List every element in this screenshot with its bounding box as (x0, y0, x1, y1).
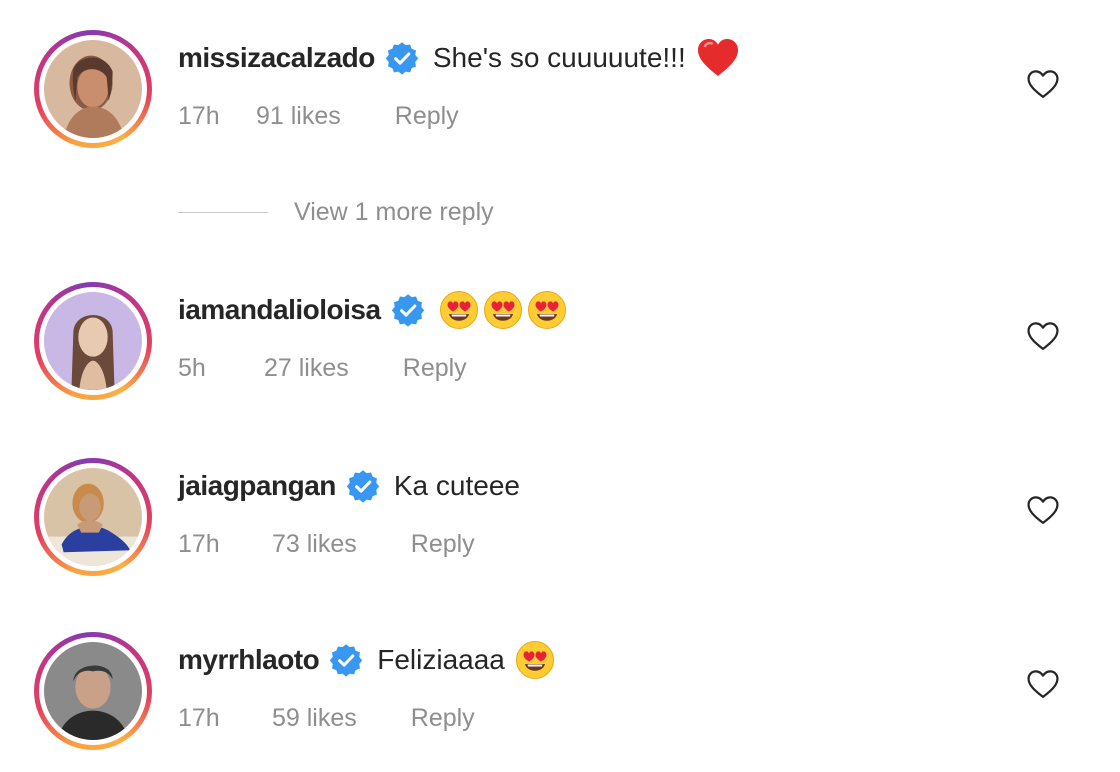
comment-meta: 17h 59 likes Reply (178, 698, 475, 738)
avatar-gap (39, 637, 147, 745)
avatar[interactable] (34, 30, 152, 148)
comment-likes-count[interactable]: 27 likes (264, 354, 349, 383)
avatar[interactable] (34, 282, 152, 400)
comment-timestamp[interactable]: 17h (178, 102, 256, 131)
verified-badge-icon (385, 41, 419, 75)
comment-text: Ka cuteee (393, 470, 520, 501)
comment-text: Feliziaaaa (377, 644, 505, 675)
avatar[interactable] (34, 632, 152, 750)
username-link[interactable]: missizacalzado (178, 42, 375, 74)
verified-badge-icon (329, 643, 363, 677)
heart-icon[interactable] (1026, 668, 1060, 702)
heart-icon[interactable] (1026, 320, 1060, 354)
comment-timestamp[interactable]: 17h (178, 704, 272, 733)
comment-item: missizacalzado She's so cuuuuute!!! 17h … (0, 30, 1120, 160)
red-heart-emoji-icon (696, 36, 740, 80)
comment-likes-count[interactable]: 91 likes (256, 102, 341, 131)
reply-button[interactable]: Reply (411, 704, 475, 733)
heart-eyes-emoji-icon (515, 640, 555, 680)
avatar-gap (39, 35, 147, 143)
view-more-replies-label: View 1 more reply (294, 197, 494, 226)
comment-timestamp[interactable]: 17h (178, 530, 272, 559)
heart-eyes-emoji-icon (439, 290, 479, 330)
reply-button[interactable]: Reply (411, 530, 475, 559)
comment-meta: 5h 27 likes Reply (178, 348, 467, 388)
comment-meta: 17h 73 likes Reply (178, 524, 475, 564)
avatar-photo (44, 292, 142, 390)
avatar-photo (44, 642, 142, 740)
comment-meta: 17h 91 likes Reply (178, 96, 459, 136)
comment-item: iamandalioloisa 5h 27 likes Reply (0, 282, 1120, 412)
avatar-gap (39, 287, 147, 395)
verified-badge-icon (391, 293, 425, 327)
heart-icon[interactable] (1026, 68, 1060, 102)
comment-line: missizacalzado She's so cuuuuute!!! (178, 34, 740, 82)
comment-timestamp[interactable]: 5h (178, 354, 264, 383)
comment-line: iamandalioloisa (178, 286, 571, 334)
comment-line: myrrhlaoto Feliziaaaa (178, 636, 559, 684)
comment-item: myrrhlaoto Feliziaaaa 17h 59 likes Reply (0, 632, 1120, 762)
heart-eyes-emoji-icon (527, 290, 567, 330)
comment-likes-count[interactable]: 73 likes (272, 530, 357, 559)
avatar-gap (39, 463, 147, 571)
comment-item: jaiagpangan Ka cuteee 17h 73 likes Reply (0, 458, 1120, 588)
view-more-replies-button[interactable]: View 1 more reply (178, 192, 494, 232)
username-link[interactable]: jaiagpangan (178, 470, 336, 502)
avatar-photo (44, 468, 142, 566)
avatar-photo (44, 40, 142, 138)
comment-line: jaiagpangan Ka cuteee (178, 462, 520, 510)
reply-button[interactable]: Reply (403, 354, 467, 383)
divider-line (178, 211, 268, 213)
avatar[interactable] (34, 458, 152, 576)
reply-button[interactable]: Reply (395, 102, 459, 131)
username-link[interactable]: iamandalioloisa (178, 294, 381, 326)
comment-likes-count[interactable]: 59 likes (272, 704, 357, 733)
verified-badge-icon (346, 469, 380, 503)
comment-text: She's so cuuuuute!!! (432, 42, 686, 73)
heart-icon[interactable] (1026, 494, 1060, 528)
heart-eyes-emoji-icon (483, 290, 523, 330)
username-link[interactable]: myrrhlaoto (178, 644, 320, 676)
